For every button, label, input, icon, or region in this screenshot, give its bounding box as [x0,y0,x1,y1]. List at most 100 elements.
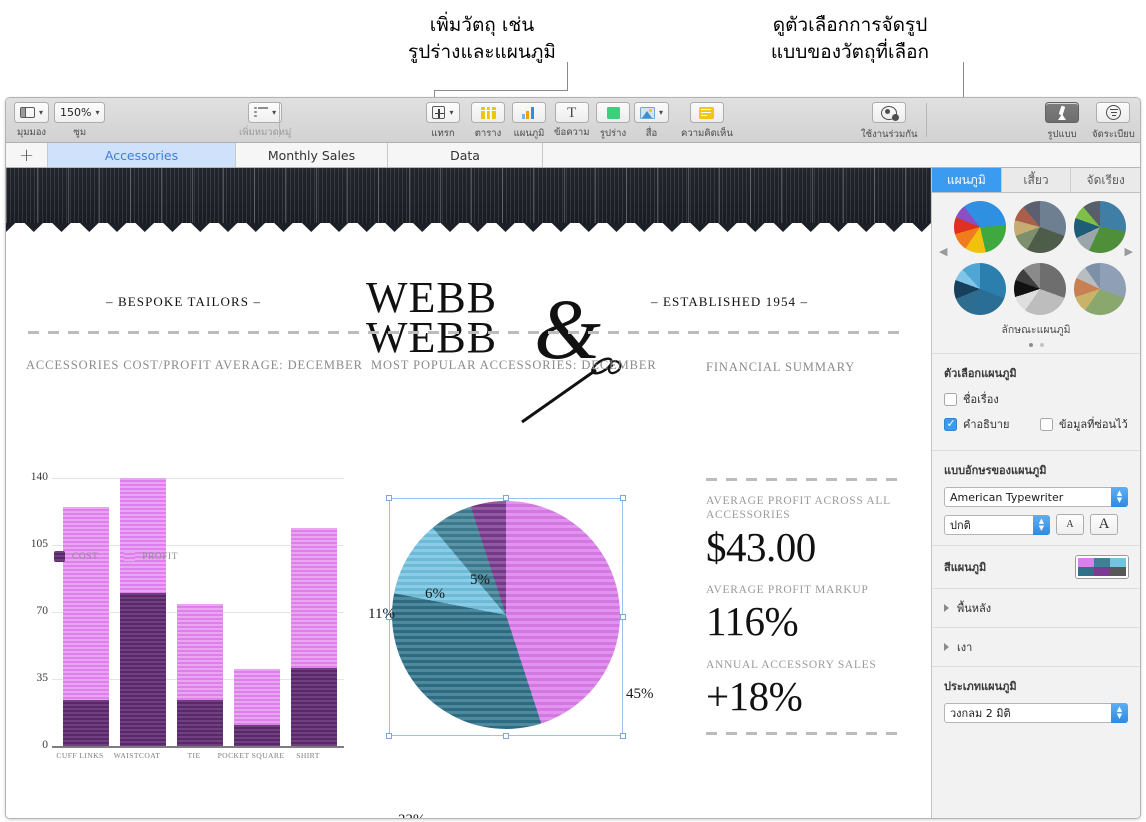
bar-chart[interactable]: 140 105 70 35 0 CUFF LINKS WAISTCOAT TIE… [24,471,344,778]
selection-handle-bl[interactable] [386,733,392,739]
collaborate-label: ใช้งานร่วมกัน [861,128,918,140]
chart-type-select[interactable]: วงกลม 2 มิติ ▲ ▼ [944,703,1128,723]
shadow-disclosure[interactable]: เงา [944,638,1128,656]
selection-handle-tr[interactable] [620,495,626,501]
styles-next-arrow[interactable]: ▶ [1125,245,1133,258]
text-button[interactable]: T [554,102,589,123]
shadow-section[interactable]: เงา [932,627,1140,666]
stepper-icon[interactable]: ▲ ▼ [1111,703,1128,723]
share-person-icon [881,105,900,121]
sheet-tab-data[interactable]: Data [388,143,543,167]
view-icon [20,107,35,118]
paintbrush-icon [1055,106,1070,120]
zoom-button[interactable]: 150% ▾ [54,102,106,123]
pagination-dot-2[interactable] [1039,343,1044,347]
inspector-tab-arrange[interactable]: จัดเรียง [1071,168,1140,192]
background-disclosure[interactable]: พื้นหลัง [944,599,1128,617]
bar-segment-cost [291,668,337,746]
chart-colors-section: สีแผนภูมิ [932,545,1140,588]
chart-button[interactable] [512,102,546,123]
letterhead: – BESPOKE TAILORS – – ESTABLISHED 1954 –… [6,238,931,424]
sheet-tab-accessories[interactable]: Accessories [48,143,236,167]
shape-button[interactable] [596,102,630,123]
swatch-2 [1094,558,1110,567]
pie-chart[interactable] [386,495,626,739]
add-category-button[interactable]: ▾ [248,102,283,123]
toolbar-collaborate-group: ใช้งานร่วมกัน [861,102,918,142]
media-label: สื่อ [645,127,658,139]
media-button[interactable]: ▾ [634,102,670,123]
comment-button[interactable] [689,102,724,123]
summary-value-markup: 116% [706,598,799,645]
spreadsheet-canvas[interactable]: – BESPOKE TAILORS – – ESTABLISHED 1954 –… [6,168,931,818]
needle-thread-icon [521,357,622,424]
selection-handle-bc[interactable] [503,733,509,739]
view-button[interactable]: ▾ [14,102,50,123]
table-button[interactable] [471,102,505,123]
selection-handle-mr[interactable] [620,614,626,620]
toolbar-text-group: T ข้อความ [554,102,590,140]
summary-title: FINANCIAL SUMMARY [706,360,856,374]
stepper-icon[interactable]: ▲ ▼ [1111,487,1128,507]
organize-button[interactable] [1096,102,1131,123]
chevron-down-icon: ▾ [659,108,664,117]
chart-style-thumb-3[interactable] [1074,201,1126,253]
font-family-value: American Typewriter [950,490,1064,504]
brand-tagline-right: – ESTABLISHED 1954 – [651,294,809,309]
collaborate-button[interactable] [872,102,907,123]
chart-style-thumb-4[interactable] [954,263,1006,315]
bar-pocket-square[interactable] [234,669,280,746]
decrease-font-size-button[interactable]: A [1056,514,1084,535]
chart-style-thumb-1[interactable] [954,201,1006,253]
format-button[interactable] [1045,102,1079,123]
chart-style-thumb-6[interactable] [1074,263,1126,315]
inspector-tab-wedge[interactable]: เสี้ยว [1001,168,1072,192]
toolbar-organize-group: จัดระเบียบ [1092,102,1135,142]
font-style-value: ปกติ [950,518,971,532]
bar-waistcoat[interactable] [120,478,166,746]
pagination-dot-1[interactable] [1028,343,1033,347]
chart-styles-section: ◀ ▶ ลักษณะแผนภูมิ [932,193,1140,353]
checkbox-group-legend[interactable]: คำอธิบาย [944,415,1040,433]
selection-handle-tc[interactable] [503,495,509,501]
sheet-tab-monthly-sales[interactable]: Monthly Sales [236,143,388,167]
add-sheet-button[interactable]: + [6,143,48,167]
bar-shirt[interactable] [291,528,337,746]
chevron-right-icon [944,604,949,612]
toolbar-view-group: ▾ มุมมอง [14,102,50,140]
background-section[interactable]: พื้นหลัง [932,588,1140,627]
y-tick-35: 35 [36,672,49,684]
chart-type-value: วงกลม 2 มิติ [950,707,1011,720]
shadow-title: เงา [957,641,973,654]
text-icon: T [567,104,577,121]
checkbox-group-hidden-data[interactable]: ข้อมูลที่ซ่อนไว้ [1040,415,1128,433]
insert-button[interactable]: ▾ [426,102,460,123]
selection-handle-tl[interactable] [386,495,392,501]
selection-handle-br[interactable] [620,733,626,739]
comment-icon [699,106,715,119]
checkbox-row-title[interactable]: ชื่อเรื่อง [944,390,1128,408]
summary-value-annual-sales: +18% [706,673,803,720]
pie-label-cuff-links: 5% [470,572,490,588]
checkbox-title[interactable] [944,392,957,406]
checkbox-legend[interactable] [944,417,957,431]
bar-cuff-links[interactable] [63,507,109,746]
chart-colors-swatch[interactable] [1076,556,1128,578]
financial-summary: AVERAGE PROFIT ACROSS ALL ACCESSORIES $4… [706,478,906,748]
toolbar-divider-right [926,103,927,137]
swatch-4 [1078,567,1094,576]
bar-segment-profit [120,478,166,593]
font-style-row: ปกติ ▲ ▼ A A [944,514,1128,535]
increase-font-size-button[interactable]: A [1090,514,1118,535]
styles-prev-arrow[interactable]: ◀ [939,245,947,258]
shape-icon [606,106,620,119]
font-family-select[interactable]: American Typewriter ▲ ▼ [944,487,1128,507]
checkbox-hidden-data[interactable] [1040,417,1053,431]
chevron-down-icon: ▾ [39,108,44,117]
inspector-tab-chart[interactable]: แผนภูมิ [932,168,1002,192]
font-style-select[interactable]: ปกติ ▲ ▼ [944,514,1050,535]
stepper-icon[interactable]: ▲ ▼ [1033,514,1050,535]
bar-tie[interactable] [177,604,223,746]
chart-style-thumb-2[interactable] [1014,201,1066,253]
chart-style-thumb-5[interactable] [1014,263,1066,315]
